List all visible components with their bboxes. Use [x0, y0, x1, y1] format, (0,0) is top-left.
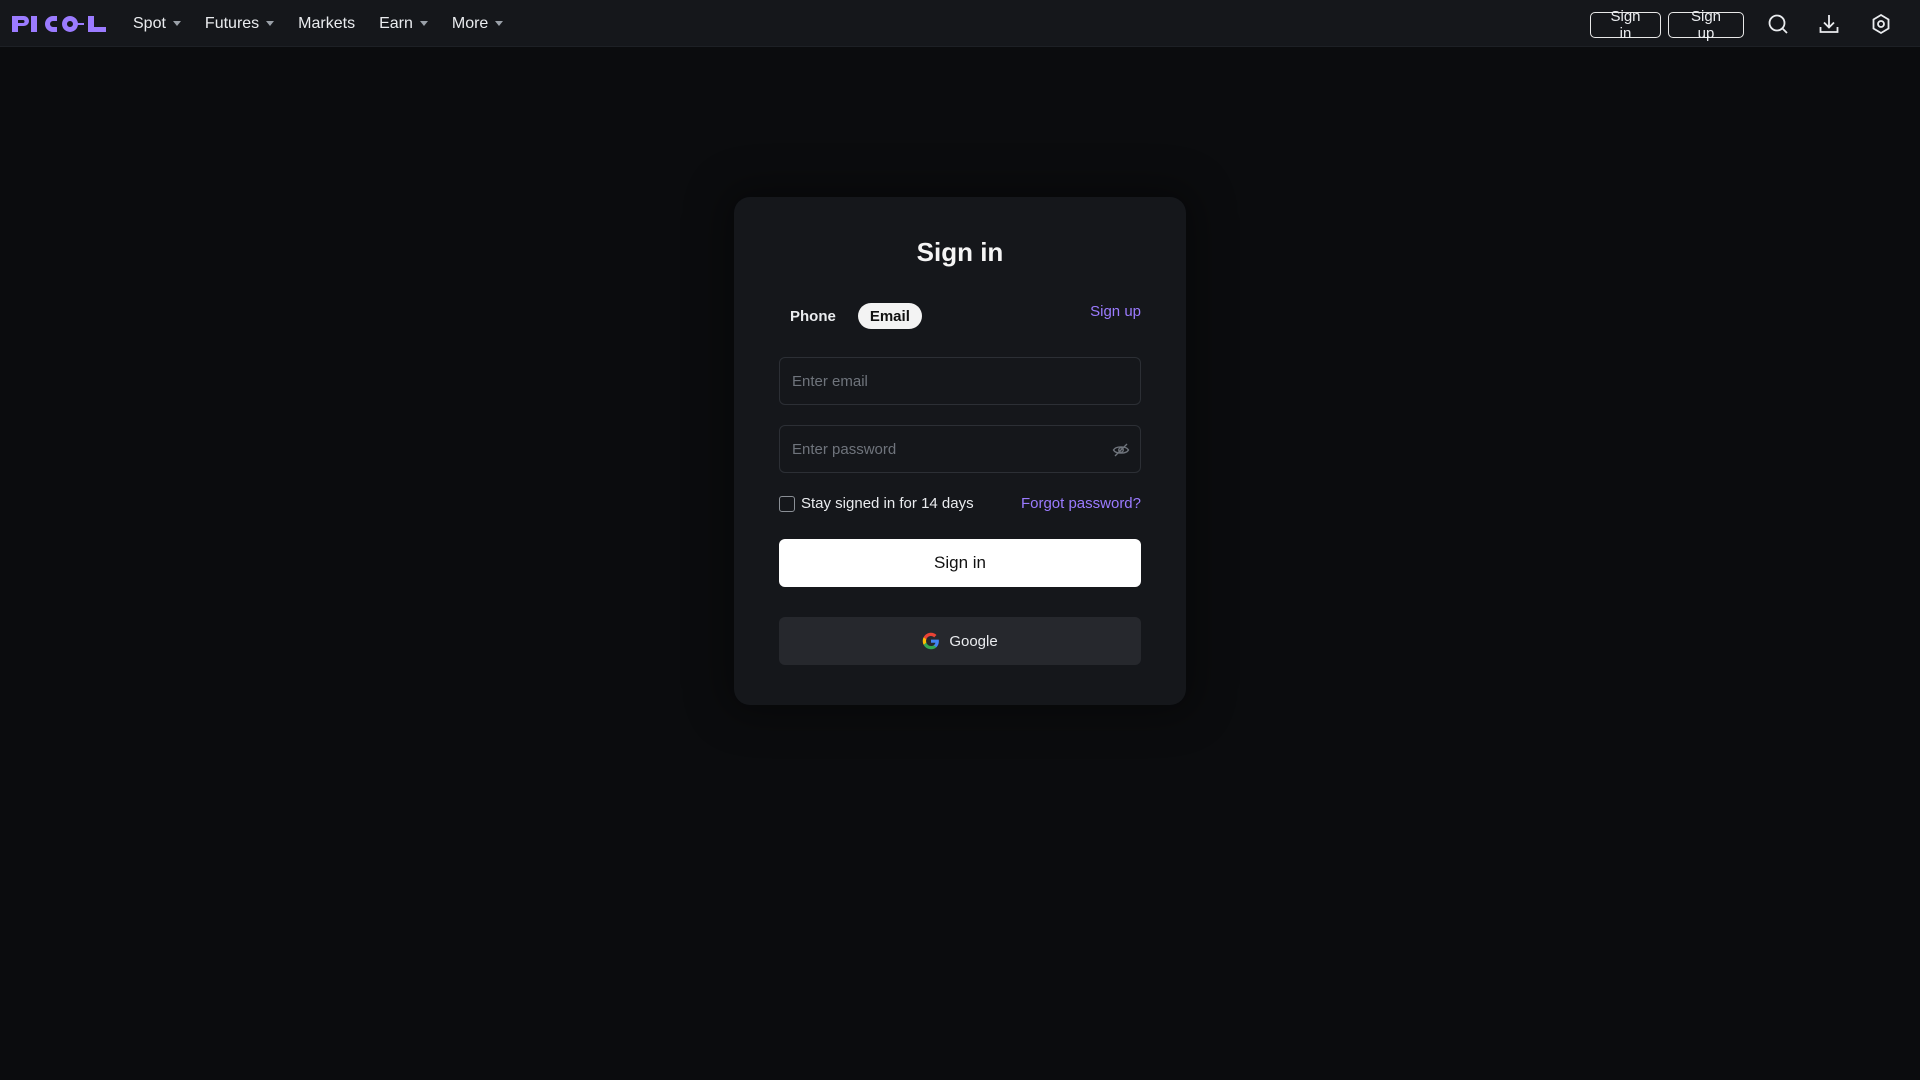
caret-down-icon — [266, 21, 275, 26]
login-method-tabs: Phone Email — [778, 303, 922, 329]
header-sign-in-button[interactable]: Sign in — [1590, 8, 1661, 42]
email-field-wrapper — [779, 357, 1141, 405]
nav-item-futures[interactable]: Futures — [204, 0, 275, 47]
nav-item-label: Futures — [204, 14, 260, 32]
settings-icon[interactable] — [1869, 12, 1893, 36]
caret-down-icon — [419, 21, 428, 26]
sign-in-card: Sign in Phone Email Sign up Stay signed … — [734, 197, 1186, 705]
remember-me[interactable]: Stay signed in for 14 days — [779, 495, 974, 512]
nav-item-label: Markets — [298, 14, 356, 32]
nav-item-spot[interactable]: Spot — [133, 0, 181, 47]
sign-in-submit-button[interactable]: Sign in — [779, 539, 1141, 587]
eye-hidden-icon[interactable] — [1112, 441, 1130, 459]
main-nav: Spot Futures Markets Earn More — [133, 0, 527, 47]
tab-email[interactable]: Email — [857, 303, 922, 329]
top-navigation-bar: Spot Futures Markets Earn More Sign in S… — [0, 0, 1920, 47]
google-icon — [922, 632, 940, 650]
caret-down-icon — [495, 21, 504, 26]
nav-item-more[interactable]: More — [451, 0, 504, 47]
remember-checkbox[interactable] — [779, 495, 795, 512]
nav-item-label: Earn — [379, 14, 413, 32]
nav-item-label: Spot — [133, 14, 166, 32]
tab-phone[interactable]: Phone — [778, 303, 848, 329]
brand-logo[interactable] — [12, 14, 112, 34]
password-input[interactable] — [780, 426, 1140, 472]
page-title: Sign in — [916, 237, 1004, 267]
search-icon[interactable] — [1766, 12, 1790, 36]
google-button-label: Google — [949, 632, 998, 650]
nav-item-earn[interactable]: Earn — [379, 0, 428, 47]
email-input[interactable] — [780, 358, 1140, 404]
google-sign-in-button[interactable]: Google — [779, 617, 1141, 665]
password-field-wrapper — [779, 425, 1141, 473]
caret-down-icon — [172, 21, 181, 26]
header-sign-up-button[interactable]: Sign up — [1668, 8, 1744, 42]
nav-item-markets[interactable]: Markets — [298, 0, 355, 47]
forgot-password-link[interactable]: Forgot password? — [1021, 495, 1141, 512]
sign-up-link[interactable]: Sign up — [1090, 303, 1141, 320]
nav-item-label: More — [451, 14, 489, 32]
remember-label: Stay signed in for 14 days — [801, 495, 974, 512]
download-icon[interactable] — [1817, 12, 1841, 36]
